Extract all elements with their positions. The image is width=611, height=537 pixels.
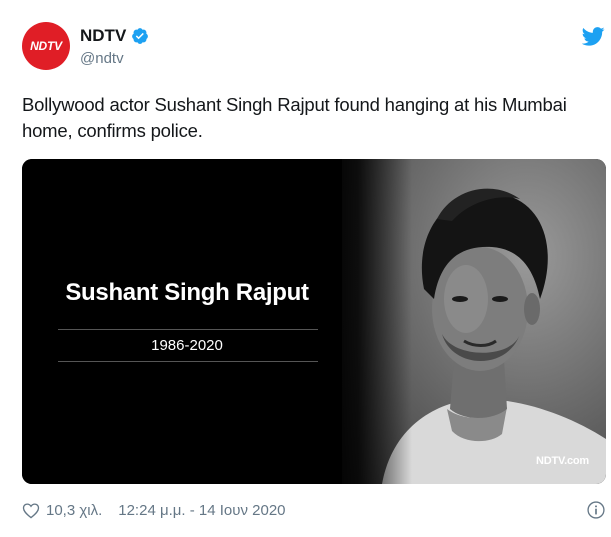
photo-fade: [322, 159, 412, 484]
divider-bottom: [58, 361, 318, 362]
ndtv-watermark: NDTV.com: [535, 455, 589, 467]
divider-top: [58, 329, 318, 330]
verified-badge-icon: [132, 28, 149, 44]
memorial-panel: [22, 159, 352, 484]
tweet-text: Bollywood actor Sushant Singh Rajput fou…: [22, 94, 567, 141]
tweet-card: NDTV NDTV @ndtv Bollywood actor Sushant …: [0, 0, 611, 537]
name-row: NDTV: [80, 26, 149, 46]
like-count[interactable]: 10,3 χιλ.: [46, 502, 102, 519]
memorial-name: Sushant Singh Rajput: [65, 279, 309, 306]
heart-icon[interactable]: [22, 502, 40, 519]
avatar-logo: NDTV: [30, 39, 62, 53]
handle[interactable]: @ndtv: [80, 50, 124, 67]
avatar[interactable]: NDTV: [22, 22, 70, 70]
memorial-years: 1986-2020: [151, 337, 223, 354]
info-icon[interactable]: [586, 500, 606, 520]
timestamp[interactable]: 12:24 μ.μ. - 14 Ιουν 2020: [118, 502, 285, 519]
tweet-media-image[interactable]: Sushant Singh Rajput 1986-2020 NDTV.com: [22, 159, 606, 484]
twitter-bird-icon[interactable]: [582, 27, 605, 46]
display-name[interactable]: NDTV: [80, 26, 126, 46]
tweet-footer: 10,3 χιλ. 12:24 μ.μ. - 14 Ιουν 2020: [22, 499, 606, 521]
